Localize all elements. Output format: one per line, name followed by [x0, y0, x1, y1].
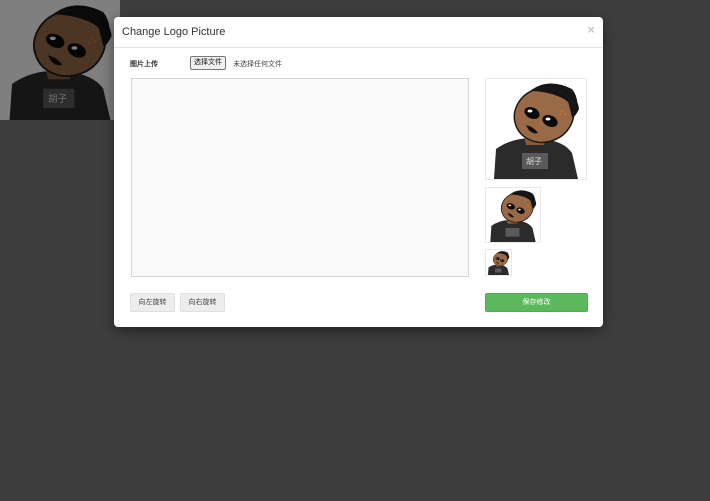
shirt-text: 胡子 — [526, 156, 542, 166]
preview-large: 胡子 — [485, 78, 587, 180]
rotate-left-button[interactable]: 向左旋转 — [130, 293, 175, 312]
rotate-right-button[interactable]: 向右旋转 — [180, 293, 225, 312]
close-icon[interactable]: × — [587, 23, 595, 36]
preview-small-image — [486, 250, 511, 275]
change-logo-dialog: Change Logo Picture × 图片上传 选择文件 未选择任何文件 … — [114, 17, 603, 327]
dialog-header: Change Logo Picture × — [114, 17, 603, 48]
save-changes-button[interactable]: 保存修改 — [485, 293, 588, 312]
upload-label: 图片上传 — [130, 61, 158, 68]
choose-file-button[interactable]: 选择文件 — [190, 56, 226, 70]
preview-medium-image — [486, 188, 540, 242]
preview-small — [485, 249, 512, 276]
file-status-text: 未选择任何文件 — [233, 60, 282, 68]
dialog-title: Change Logo Picture — [122, 26, 226, 38]
preview-medium — [485, 187, 541, 243]
preview-large-image: 胡子 — [486, 79, 586, 179]
crop-canvas[interactable] — [131, 78, 469, 277]
